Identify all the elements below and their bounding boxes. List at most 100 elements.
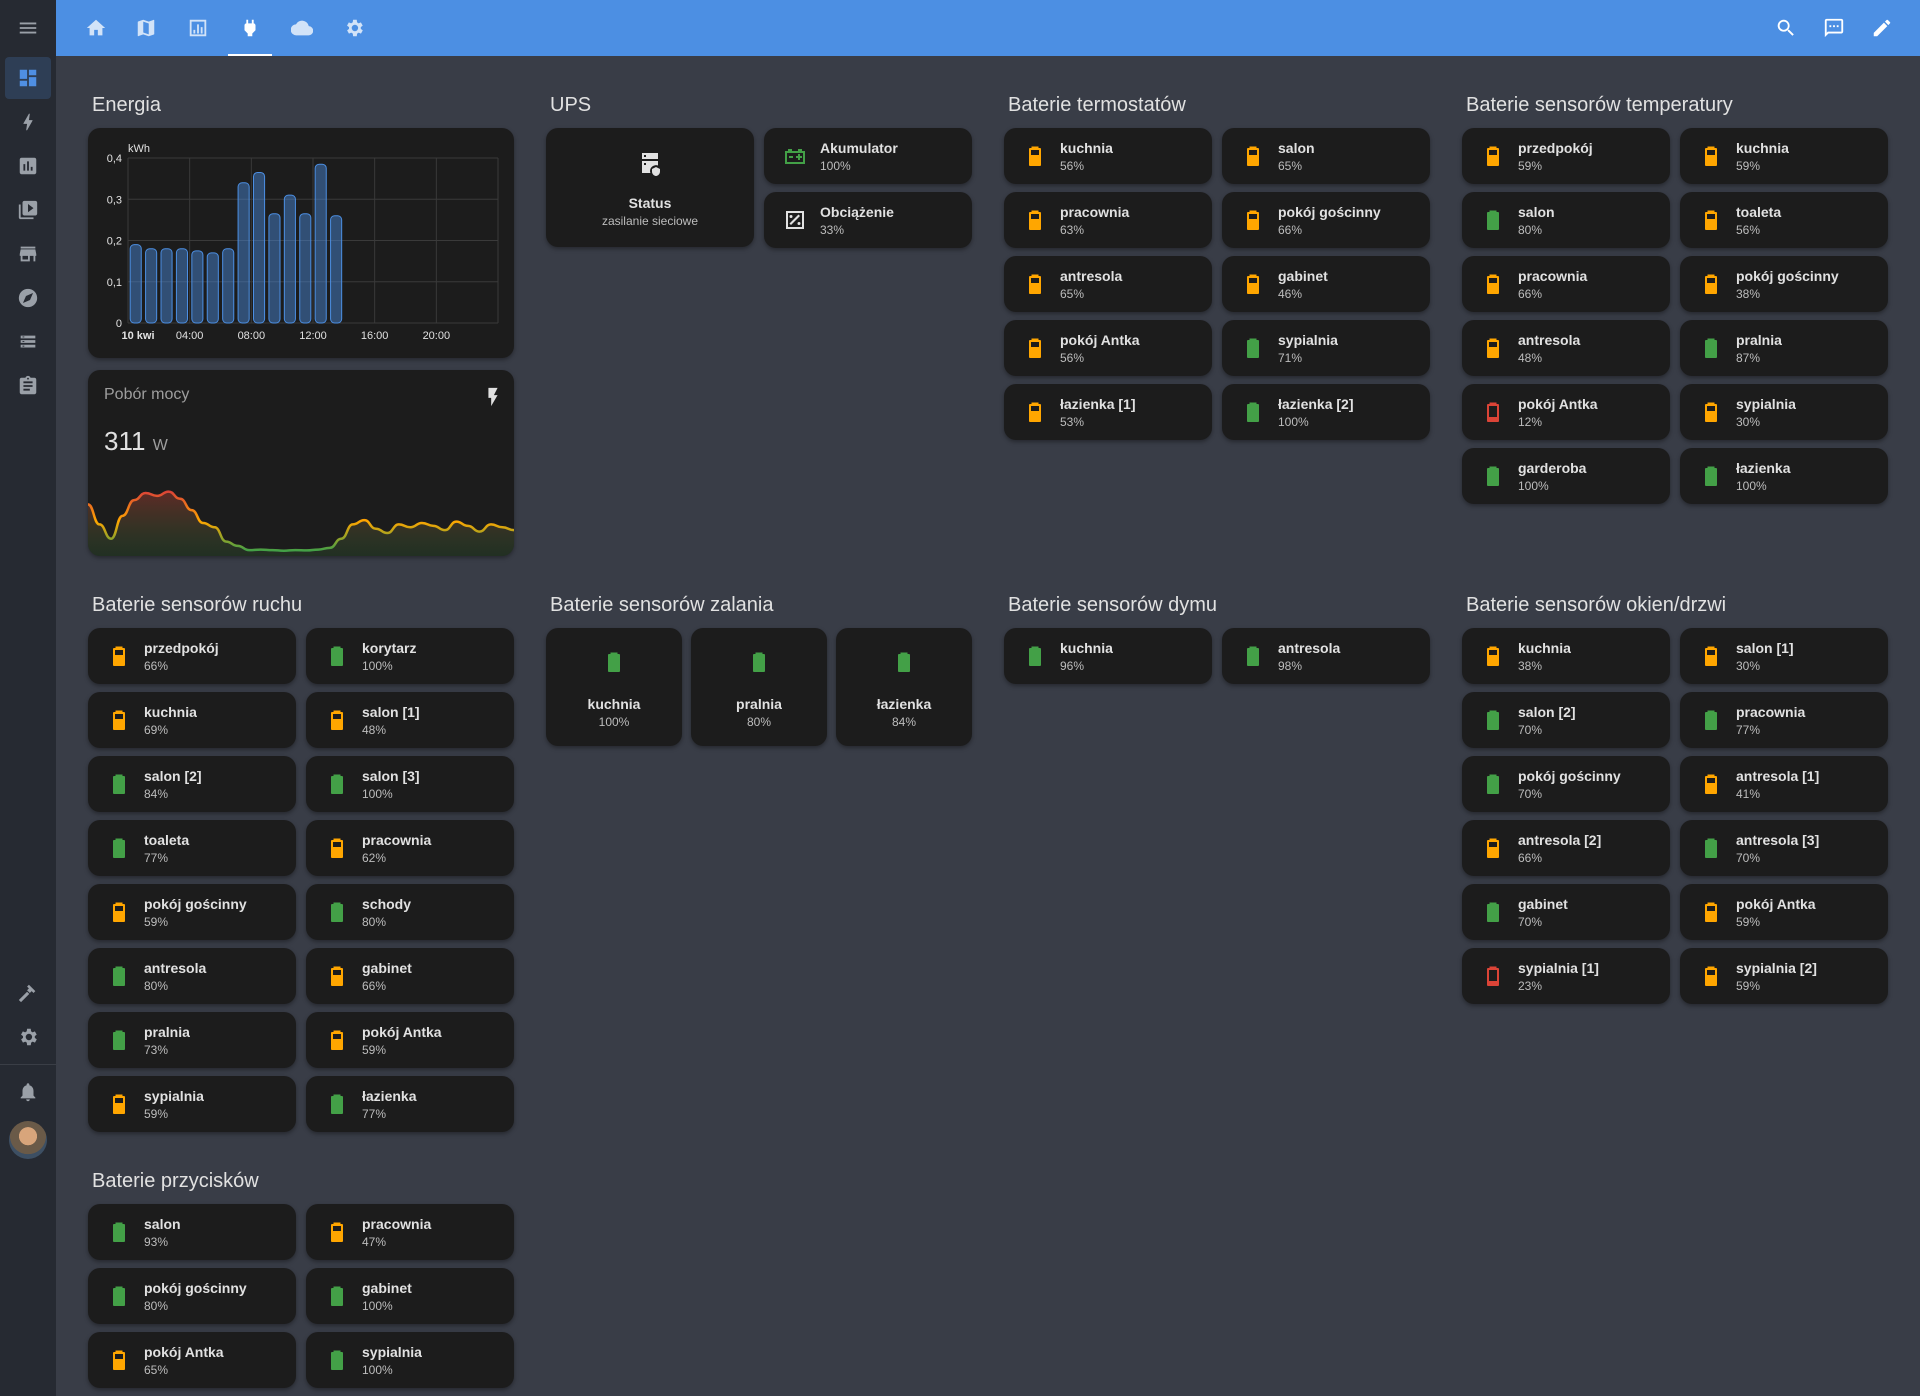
battery-icon xyxy=(898,652,910,672)
sidebar-item-dashboard[interactable] xyxy=(5,57,51,99)
windows-battery-tile[interactable]: antresola [1] 41% xyxy=(1680,756,1888,812)
motion-battery-tile[interactable]: schody 80% xyxy=(306,884,514,940)
motion-battery-tile[interactable]: korytarz 100% xyxy=(306,628,514,684)
smoke-battery-tile[interactable]: antresola 98% xyxy=(1222,628,1430,684)
sidebar-item-history[interactable] xyxy=(5,145,51,187)
windows-battery-tile[interactable]: pokój gościnny 70% xyxy=(1462,756,1670,812)
sidebar-item-store[interactable] xyxy=(5,233,51,275)
battery-icon xyxy=(1247,402,1259,422)
windows-battery-tile[interactable]: pracownia 77% xyxy=(1680,692,1888,748)
sidebar-item-clipboard[interactable] xyxy=(5,365,51,407)
thermostats-battery-tile[interactable]: gabinet 46% xyxy=(1222,256,1430,312)
ups-battery-tile[interactable]: Akumulator 100% xyxy=(764,128,972,184)
motion-battery-tile[interactable]: łazienka 77% xyxy=(306,1076,514,1132)
thermostats-battery-tile[interactable]: kuchnia 56% xyxy=(1004,128,1212,184)
battery-icon xyxy=(1705,402,1717,422)
windows-battery-tile[interactable]: pokój Antka 59% xyxy=(1680,884,1888,940)
thermostats-battery-tile[interactable]: pokój gościnny 66% xyxy=(1222,192,1430,248)
temperature-battery-tile[interactable]: łazienka 100% xyxy=(1680,448,1888,504)
tab-cloud[interactable] xyxy=(278,0,326,56)
windows-battery-tile[interactable]: salon [1] 30% xyxy=(1680,628,1888,684)
thermostats-battery-tile[interactable]: pokój Antka 56% xyxy=(1004,320,1212,376)
temperature-battery-tile[interactable]: pracownia 66% xyxy=(1462,256,1670,312)
motion-battery-tile[interactable]: pracownia 62% xyxy=(306,820,514,876)
windows-battery-tile[interactable]: antresola [2] 66% xyxy=(1462,820,1670,876)
tab-map[interactable] xyxy=(122,0,170,56)
tab-home[interactable] xyxy=(72,0,120,56)
tile-value: 59% xyxy=(1736,979,1761,993)
thermostats-battery-tile[interactable]: salon 65% xyxy=(1222,128,1430,184)
motion-battery-tile[interactable]: toaleta 77% xyxy=(88,820,296,876)
thermostats-battery-tile[interactable]: sypialnia 71% xyxy=(1222,320,1430,376)
motion-battery-tile[interactable]: przedpokój 66% xyxy=(88,628,296,684)
temperature-battery-tile[interactable]: antresola 48% xyxy=(1462,320,1670,376)
thermostats-battery-tile[interactable]: antresola 65% xyxy=(1004,256,1212,312)
buttons-battery-tile[interactable]: pokój Antka 65% xyxy=(88,1332,296,1388)
tile-value: 53% xyxy=(1060,415,1085,429)
motion-battery-tile[interactable]: kuchnia 69% xyxy=(88,692,296,748)
search-button[interactable] xyxy=(1762,0,1810,56)
temperature-battery-tile[interactable]: garderoba 100% xyxy=(1462,448,1670,504)
temperature-battery-tile[interactable]: toaleta 56% xyxy=(1680,192,1888,248)
temperature-battery-tile[interactable]: pralnia 87% xyxy=(1680,320,1888,376)
windows-battery-tile[interactable]: salon [2] 70% xyxy=(1462,692,1670,748)
battery-icon xyxy=(1247,146,1259,166)
sidebar-item-developer-tools[interactable] xyxy=(5,972,51,1014)
temperature-battery-tile[interactable]: kuchnia 59% xyxy=(1680,128,1888,184)
thermostats-battery-tile[interactable]: pracownia 63% xyxy=(1004,192,1212,248)
avatar[interactable] xyxy=(9,1121,47,1159)
edit-button[interactable] xyxy=(1858,0,1906,56)
ups-load-tile[interactable]: Obciążenie 33% xyxy=(764,192,972,248)
motion-battery-tile[interactable]: pralnia 73% xyxy=(88,1012,296,1068)
thermostats-title: Baterie termostatów xyxy=(1008,94,1186,116)
temperature-battery-tile[interactable]: sypialnia 30% xyxy=(1680,384,1888,440)
thermostats-battery-tile[interactable]: łazienka [2] 100% xyxy=(1222,384,1430,440)
flood-battery-tile[interactable]: łazienka 84% xyxy=(836,628,972,746)
motion-battery-tile[interactable]: gabinet 66% xyxy=(306,948,514,1004)
sidebar-item-notifications[interactable] xyxy=(5,1071,51,1113)
motion-battery-tile[interactable]: salon [3] 100% xyxy=(306,756,514,812)
buttons-battery-tile[interactable]: pokój gościnny 80% xyxy=(88,1268,296,1324)
temperature-battery-tile[interactable]: pokój gościnny 38% xyxy=(1680,256,1888,312)
flood-battery-tile[interactable]: pralnia 80% xyxy=(691,628,827,746)
buttons-battery-tile[interactable]: sypialnia 100% xyxy=(306,1332,514,1388)
assist-button[interactable] xyxy=(1810,0,1858,56)
sidebar-item-energy[interactable] xyxy=(5,101,51,143)
buttons-battery-tile[interactable]: pracownia 47% xyxy=(306,1204,514,1260)
menu-icon xyxy=(19,22,37,33)
battery-icon xyxy=(113,1350,125,1370)
temperature-battery-tile[interactable]: salon 80% xyxy=(1462,192,1670,248)
motion-battery-tile[interactable]: sypialnia 59% xyxy=(88,1076,296,1132)
sidebar-item-compass[interactable] xyxy=(5,277,51,319)
windows-battery-tile[interactable]: kuchnia 38% xyxy=(1462,628,1670,684)
flood-battery-tile[interactable]: kuchnia 100% xyxy=(546,628,682,746)
tab-settings[interactable] xyxy=(330,0,378,56)
buttons-battery-tile[interactable]: gabinet 100% xyxy=(306,1268,514,1324)
windows-battery-tile[interactable]: antresola [3] 70% xyxy=(1680,820,1888,876)
motion-battery-tile[interactable]: antresola 80% xyxy=(88,948,296,1004)
sidebar-item-devices[interactable] xyxy=(5,321,51,363)
tab-energy[interactable] xyxy=(226,0,274,56)
menu-button[interactable] xyxy=(0,0,56,55)
sidebar-item-media[interactable] xyxy=(5,189,51,231)
tile-value: 69% xyxy=(144,723,169,737)
thermostats-battery-tile[interactable]: łazienka [1] 53% xyxy=(1004,384,1212,440)
motion-battery-tile[interactable]: pokój Antka 59% xyxy=(306,1012,514,1068)
power-card[interactable]: Pobór mocy 311 W xyxy=(88,370,514,556)
temperature-battery-tile[interactable]: pokój Antka 12% xyxy=(1462,384,1670,440)
motion-battery-tile[interactable]: salon [1] 48% xyxy=(306,692,514,748)
windows-battery-tile[interactable]: sypialnia [2] 59% xyxy=(1680,948,1888,1004)
sidebar-item-settings[interactable] xyxy=(5,1016,51,1058)
smoke-battery-tile[interactable]: kuchnia 96% xyxy=(1004,628,1212,684)
tab-chart[interactable] xyxy=(174,0,222,56)
windows-battery-tile[interactable]: gabinet 70% xyxy=(1462,884,1670,940)
windows-battery-tile[interactable]: sypialnia [1] 23% xyxy=(1462,948,1670,1004)
energy-y-tick: 0,3 xyxy=(107,194,122,206)
tile-value: 59% xyxy=(1518,159,1543,173)
battery-charging-icon xyxy=(785,149,805,164)
ups-status-tile[interactable]: Status zasilanie sieciowe xyxy=(546,128,754,247)
motion-battery-tile[interactable]: salon [2] 84% xyxy=(88,756,296,812)
temperature-battery-tile[interactable]: przedpokój 59% xyxy=(1462,128,1670,184)
buttons-battery-tile[interactable]: salon 93% xyxy=(88,1204,296,1260)
motion-battery-tile[interactable]: pokój gościnny 59% xyxy=(88,884,296,940)
